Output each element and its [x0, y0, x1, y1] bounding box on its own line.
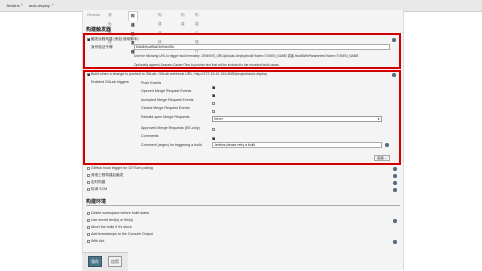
token-help-text: Use the following URL to trigger build r… — [134, 54, 359, 58]
closed-mr-label: Closed Merge Request Events — [141, 106, 190, 110]
opened-mr-checkbox[interactable] — [212, 94, 215, 97]
with-ant-label: With Ant — [91, 239, 105, 243]
approved-mr-label: Approved Merge Requests (EE-only) — [141, 126, 200, 130]
breadcrumb-job[interactable]: auto-deploy — [29, 0, 50, 11]
chevron-updown-icon: ⬍ — [377, 117, 380, 121]
tab-build-env[interactable]: 构建环境 — [156, 11, 164, 44]
token-help-cause: Optionally append &cause=Cause+Text to p… — [134, 63, 280, 67]
tab-post-build[interactable]: 构建后操作 — [193, 11, 201, 53]
periodic-build-checkbox[interactable] — [87, 181, 90, 184]
abort-stuck-checkbox[interactable] — [87, 226, 90, 229]
push-events-label: Push Events — [141, 81, 162, 85]
secret-text-label: Use secret text(s) or file(s) — [91, 218, 134, 222]
rebuild-select-value: Never — [214, 117, 224, 121]
remote-trigger-label: 触发远程构建 (例如,使用脚本) — [91, 37, 139, 41]
section-divider — [86, 205, 400, 206]
sidebar — [0, 12, 82, 270]
section-title-triggers: 构建触发器 — [86, 27, 112, 33]
push-events-checkbox[interactable] — [212, 86, 215, 89]
token-label: 身份验证令牌 — [91, 45, 113, 49]
comment-regex-label: Comment (regex) for triggering a build — [141, 143, 202, 147]
gitlab-trigger-checkbox[interactable] — [87, 73, 90, 76]
token-input[interactable]: 84b3b9caff0a01e94e4f1b — [134, 44, 390, 50]
opened-mr-label: Opened Merge Request Events — [141, 89, 192, 93]
help-icon[interactable] — [392, 73, 396, 77]
gitlab-triggers-label: Enabled GitLab triggers — [91, 80, 129, 84]
breadcrumb-jenkins[interactable]: Jenkins — [6, 0, 20, 11]
help-icon[interactable] — [393, 188, 397, 192]
help-icon[interactable] — [393, 240, 397, 244]
breadcrumb-separator-icon: › — [52, 2, 54, 8]
section-title-build-env: 构建环境 — [86, 199, 107, 205]
upstream-trigger-label: 其他工程构建后触发 — [91, 173, 124, 177]
poll-scm-label: 轮询 SCM — [91, 187, 108, 191]
with-ant-checkbox[interactable] — [87, 240, 90, 243]
delete-workspace-checkbox[interactable] — [87, 212, 90, 215]
save-button[interactable]: 保存 — [88, 256, 102, 267]
apply-button[interactable]: 应用 — [108, 256, 122, 267]
comments-checkbox[interactable] — [212, 137, 215, 140]
abort-stuck-label: Abort the build if it's stuck — [91, 225, 132, 229]
advanced-button[interactable]: 高级... — [374, 155, 390, 161]
rebuild-label: Rebuild open Merge Requests — [141, 115, 190, 119]
closed-mr-checkbox[interactable] — [212, 110, 215, 113]
approved-mr-checkbox[interactable] — [212, 128, 215, 131]
accepted-mr-label: Accepted Merge Request Events — [141, 98, 194, 102]
timestamps-label: Add timestamps to the Console Output — [91, 232, 153, 236]
timestamps-checkbox[interactable] — [87, 233, 90, 236]
comment-regex-input[interactable]: Jenkins please retry a build — [212, 142, 382, 148]
help-icon[interactable] — [393, 174, 397, 178]
rebuild-select[interactable]: Never ⬍ — [212, 116, 382, 122]
periodic-build-label: 定时构建 — [91, 180, 106, 184]
delete-workspace-label: Delete workspace before build starts — [91, 211, 150, 215]
secret-text-checkbox[interactable] — [87, 219, 90, 222]
tab-general[interactable]: General — [85, 11, 102, 20]
help-icon[interactable] — [393, 181, 397, 185]
github-hook-checkbox[interactable] — [87, 167, 90, 170]
breadcrumb-separator-icon: › — [21, 2, 23, 8]
help-icon[interactable] — [393, 219, 397, 223]
help-icon[interactable] — [393, 167, 397, 171]
tab-build[interactable]: 构建 — [179, 11, 187, 26]
tab-triggers[interactable]: 构建触发器 — [128, 11, 138, 54]
poll-scm-checkbox[interactable] — [87, 188, 90, 191]
accepted-mr-checkbox[interactable] — [212, 102, 215, 105]
gitlab-trigger-label: Build when a change is pushed to GitLab.… — [91, 72, 268, 76]
tab-scm[interactable]: 源码管理 — [106, 11, 114, 44]
github-hook-label: GitHub hook trigger for GITScm polling — [91, 166, 153, 170]
remote-trigger-checkbox[interactable] — [87, 38, 90, 41]
upstream-trigger-checkbox[interactable] — [87, 174, 90, 177]
help-icon[interactable] — [385, 143, 389, 147]
help-icon[interactable] — [392, 38, 396, 42]
comments-label: Comments — [141, 134, 159, 138]
